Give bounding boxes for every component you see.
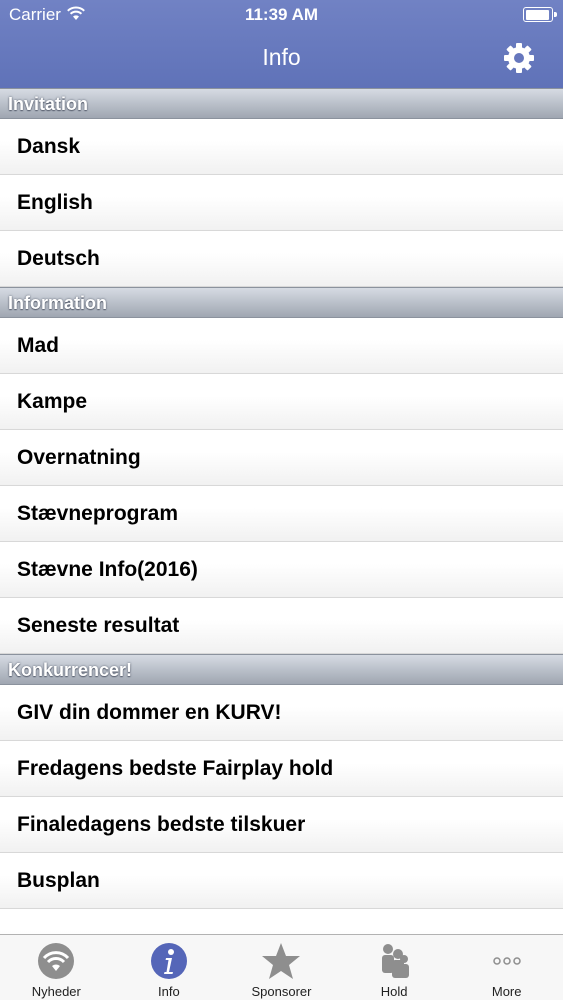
list-item-staevne-info[interactable]: Stævne Info(2016) (0, 542, 563, 598)
tab-more[interactable]: More (450, 935, 563, 1000)
star-icon (262, 943, 301, 979)
list-item-finaledagens-tilskuer[interactable]: Finaledagens bedste tilskuer (0, 797, 563, 853)
list-item-dansk[interactable]: Dansk (0, 119, 563, 175)
list-item-seneste-resultat[interactable]: Seneste resultat (0, 598, 563, 654)
page-title: Info (262, 44, 301, 70)
tab-label: More (491, 984, 522, 999)
wifi-news-icon (38, 943, 75, 979)
status-time: 11:39 AM (244, 5, 319, 24)
section-header-konkurrencer: Konkurrencer! (0, 654, 563, 685)
list-item-mad[interactable]: Mad (0, 318, 563, 374)
tab-sponsorer[interactable]: Sponsorer (225, 935, 338, 1000)
tab-label: Sponsorer (251, 984, 312, 999)
list-item-giv-din-dommer[interactable]: GIV din dommer en KURV! (0, 685, 563, 741)
section-header-invitation: Invitation (0, 88, 563, 119)
tab-label: Hold (380, 984, 408, 999)
tab-label: Info (158, 984, 180, 999)
status-bar: Carrier 11:39 AM (0, 0, 563, 30)
list-item-overnatning[interactable]: Overnatning (0, 430, 563, 486)
list-item-busplan[interactable]: Busplan (0, 853, 563, 909)
more-icon (492, 957, 521, 965)
tab-hold[interactable]: Hold (338, 935, 451, 1000)
battery-icon (523, 7, 557, 22)
info-list[interactable]: Invitation Dansk English Deutsch Informa… (0, 88, 563, 934)
info-icon (150, 943, 187, 979)
list-item-kampe[interactable]: Kampe (0, 374, 563, 430)
list-item-partial[interactable] (0, 909, 563, 934)
tab-label: Nyheder (31, 984, 81, 999)
navigation-bar: Carrier 11:39 AM Info (0, 0, 563, 88)
gear-icon[interactable] (501, 40, 537, 76)
section-header-information: Information (0, 287, 563, 318)
tab-nyheder[interactable]: Nyheder (0, 935, 113, 1000)
list-item-fredagens-fairplay[interactable]: Fredagens bedste Fairplay hold (0, 741, 563, 797)
list-item-deutsch[interactable]: Deutsch (0, 231, 563, 287)
people-icon (382, 944, 410, 978)
tab-info[interactable]: Info (113, 935, 226, 1000)
list-item-english[interactable]: English (0, 175, 563, 231)
tab-bar: Nyheder Info Sponsorer Hold More (0, 934, 563, 1000)
list-item-staevneprogram[interactable]: Stævneprogram (0, 486, 563, 542)
